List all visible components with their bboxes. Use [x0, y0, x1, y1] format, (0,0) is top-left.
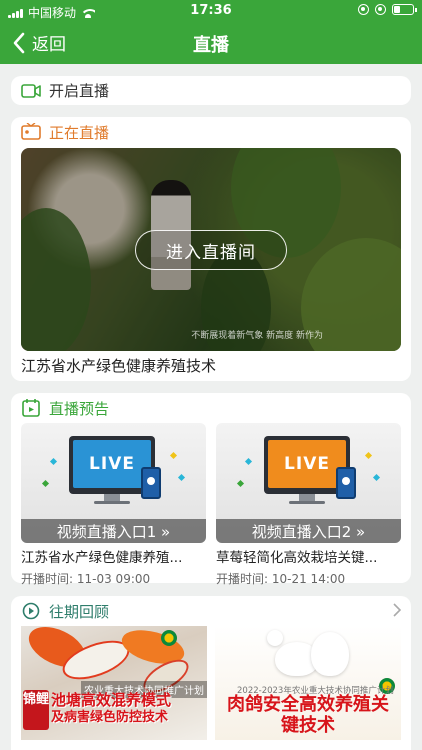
- orientation-lock-icon: [358, 4, 369, 15]
- now-live-header: 正在直播: [11, 117, 411, 147]
- page-title: 直播: [193, 35, 229, 56]
- live-video-thumbnail[interactable]: 进入直播间 不断展现着新气象 新高度 新作为: [21, 148, 401, 351]
- calendar-icon: [21, 398, 41, 418]
- replay-card: 往期回顾 农业重大技术协同推广计划 锦鲤 池塘高效混养模式 及病害绿色防控技术 …: [11, 596, 411, 750]
- live-screen-icon: [21, 122, 41, 142]
- live-preview-card: 直播预告 LIVE 视频直播入口1 » 江苏省水产绿色健康养殖... 开播时间:…: [11, 393, 411, 586]
- phone-play-icon: [336, 467, 356, 499]
- chevron-right-icon[interactable]: [393, 603, 401, 617]
- status-bar: 中国移动 17:36: [0, 0, 422, 22]
- preview-thumbnail[interactable]: LIVE 视频直播入口1 »: [21, 423, 206, 543]
- video-camera-icon: [21, 81, 41, 101]
- now-live-card: 正在直播 进入直播间 不断展现着新气象 新高度 新作为 江苏省水产绿色健康养殖技…: [11, 117, 411, 381]
- entry-label[interactable]: 视频直播入口2 »: [216, 519, 401, 543]
- video-watermark: 不断展现着新气象 新高度 新作为: [191, 331, 323, 341]
- live-preview-label: 直播预告: [49, 399, 110, 418]
- replay-tag: 锦鲤: [23, 690, 49, 730]
- start-live-label: 开启直播: [49, 82, 110, 100]
- phone-play-icon: [141, 467, 161, 499]
- start-live-card[interactable]: 开启直播: [11, 76, 411, 105]
- alarm-icon: [375, 4, 386, 15]
- status-right: [358, 4, 417, 15]
- battery-icon: [392, 4, 417, 15]
- replay-item[interactable]: 农业重大技术协同推广计划 锦鲤 池塘高效混养模式 及病害绿色防控技术: [21, 626, 207, 740]
- live-preview-header: 直播预告: [11, 393, 411, 423]
- preview-time: 开播时间: 11-03 09:00: [21, 572, 151, 586]
- replay-title: 池塘高效混养模式 及病害绿色防控技术: [51, 691, 172, 726]
- nav-bar: 返回 直播: [0, 22, 422, 64]
- start-live-row[interactable]: 开启直播: [11, 76, 411, 105]
- entry-label[interactable]: 视频直播入口1 »: [21, 519, 206, 543]
- live-caption[interactable]: 江苏省水产绿色健康养殖技术: [21, 355, 216, 376]
- live-screen-text: LIVE: [73, 440, 151, 488]
- enter-live-room-button[interactable]: 进入直播间: [135, 230, 287, 270]
- replay-icon: [21, 601, 41, 621]
- preview-item[interactable]: LIVE 视频直播入口1 » 江苏省水产绿色健康养殖... 开播时间: 11-0…: [21, 423, 206, 587]
- org-emblem-icon: [161, 630, 177, 646]
- now-live-label: 正在直播: [49, 123, 110, 142]
- preview-thumbnail[interactable]: LIVE 视频直播入口2 »: [216, 423, 401, 543]
- replay-item[interactable]: 2022-2023年农业重大技术协同推广计划 肉鸽安全高效养殖关键技术: [215, 626, 401, 740]
- replay-header[interactable]: 往期回顾: [11, 596, 411, 626]
- replay-label: 往期回顾: [49, 602, 110, 621]
- replay-title: 肉鸽安全高效养殖关键技术: [227, 694, 389, 736]
- preview-title: 江苏省水产绿色健康养殖...: [21, 550, 183, 566]
- preview-time: 开播时间: 10-21 14:00: [216, 572, 346, 586]
- preview-title: 草莓轻简化高效栽培关键...: [216, 550, 378, 566]
- live-screen-text: LIVE: [268, 440, 346, 488]
- preview-item[interactable]: LIVE 视频直播入口2 » 草莓轻简化高效栽培关键... 开播时间: 10-2…: [216, 423, 401, 587]
